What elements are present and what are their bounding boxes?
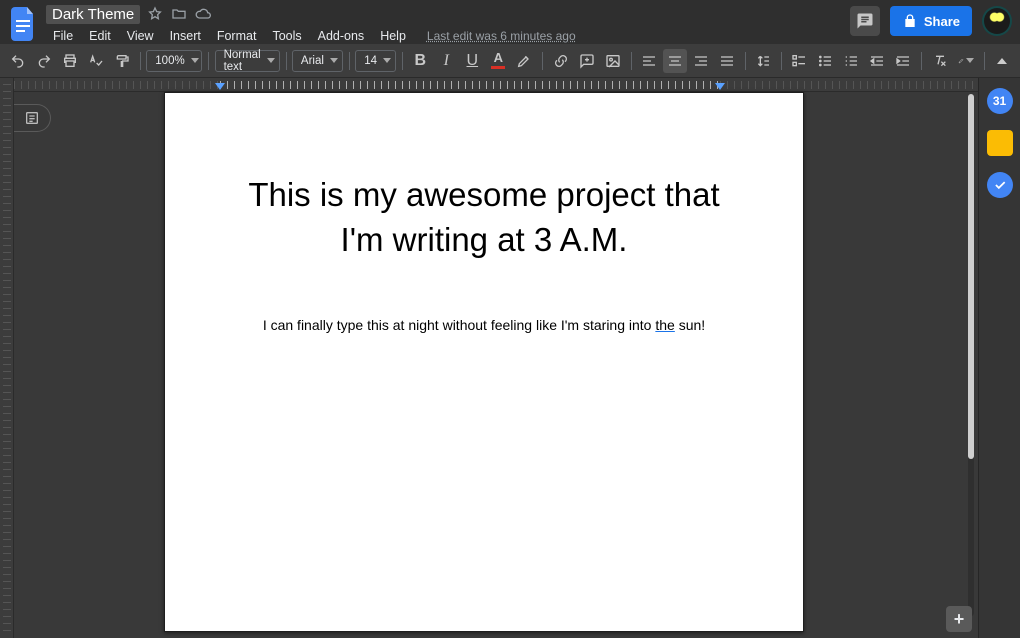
menu-addons[interactable]: Add-ons [311, 27, 372, 45]
lock-icon [902, 13, 918, 29]
side-panel: 31 [978, 78, 1020, 638]
paragraph-style-select[interactable]: Normal text [215, 50, 280, 72]
align-center-icon[interactable] [663, 49, 687, 73]
insert-image-icon[interactable] [601, 49, 625, 73]
explore-button-icon[interactable]: + [946, 606, 972, 632]
clear-formatting-icon[interactable] [928, 49, 952, 73]
bold-icon[interactable]: B [408, 49, 432, 73]
title-bar-right: Share [850, 6, 1012, 36]
highlight-color-icon[interactable] [512, 49, 536, 73]
zoom-select[interactable]: 100% [146, 50, 202, 72]
numbered-list-icon[interactable] [839, 49, 863, 73]
font-family-value: Arial [301, 55, 324, 67]
vertical-ruler[interactable] [0, 78, 14, 638]
italic-icon[interactable]: I [434, 49, 458, 73]
spellcheck-underline[interactable]: the [655, 317, 674, 333]
spellcheck-icon[interactable] [84, 49, 108, 73]
paint-format-icon[interactable] [110, 49, 134, 73]
move-icon[interactable] [170, 5, 188, 23]
text-color-icon[interactable]: A [486, 49, 510, 73]
add-comment-icon[interactable] [575, 49, 599, 73]
keep-icon[interactable] [987, 130, 1013, 156]
undo-icon[interactable] [6, 49, 30, 73]
cloud-saved-icon [194, 5, 212, 23]
outline-toggle-icon[interactable] [14, 104, 51, 132]
insert-link-icon[interactable] [549, 49, 573, 73]
menu-help[interactable]: Help [373, 27, 413, 45]
comments-icon[interactable] [850, 6, 880, 36]
toolbar: 100% Normal text Arial 14 B I U A [0, 44, 1020, 78]
decrease-indent-icon[interactable] [865, 49, 889, 73]
title-column: Dark Theme File Edit View Insert Format … [46, 2, 576, 46]
zoom-value: 100% [155, 55, 184, 67]
share-button-label: Share [924, 14, 960, 29]
checklist-icon[interactable] [787, 49, 811, 73]
paragraph-style-value: Normal text [224, 49, 261, 73]
calendar-icon[interactable]: 31 [987, 88, 1013, 114]
menu-file[interactable]: File [46, 27, 80, 45]
menu-format[interactable]: Format [210, 27, 264, 45]
collapse-toolbar-icon[interactable] [990, 49, 1014, 73]
align-left-icon[interactable] [637, 49, 661, 73]
bulleted-list-icon[interactable] [813, 49, 837, 73]
align-justify-icon[interactable] [715, 49, 739, 73]
document-body[interactable]: I can finally type this at night without… [235, 317, 733, 333]
document-area: This is my awesome project that I'm writ… [14, 78, 978, 638]
line-spacing-icon[interactable] [751, 49, 775, 73]
last-edit-link[interactable]: Last edit was 6 minutes ago [427, 29, 576, 43]
body-text-post: sun! [675, 317, 705, 333]
print-icon[interactable] [58, 49, 82, 73]
vertical-scrollbar[interactable] [968, 94, 974, 616]
underline-icon[interactable]: U [460, 49, 484, 73]
editing-mode-icon[interactable] [954, 49, 978, 73]
redo-icon[interactable] [32, 49, 56, 73]
share-button[interactable]: Share [890, 6, 972, 36]
menu-view[interactable]: View [120, 27, 161, 45]
account-avatar[interactable] [982, 6, 1012, 36]
tasks-icon[interactable] [987, 172, 1013, 198]
menu-insert[interactable]: Insert [163, 27, 208, 45]
increase-indent-icon[interactable] [891, 49, 915, 73]
scrollbar-thumb[interactable] [968, 94, 974, 459]
font-size-value: 14 [364, 55, 377, 67]
document-page[interactable]: This is my awesome project that I'm writ… [164, 92, 804, 632]
horizontal-ruler[interactable] [14, 78, 978, 92]
body-text-pre: I can finally type this at night without… [263, 317, 656, 333]
star-icon[interactable] [146, 5, 164, 23]
menu-edit[interactable]: Edit [82, 27, 118, 45]
menu-bar: File Edit View Insert Format Tools Add-o… [46, 26, 576, 46]
workspace: This is my awesome project that I'm writ… [0, 78, 1020, 638]
docs-logo-icon[interactable] [8, 4, 40, 44]
indent-marker-right-icon[interactable] [715, 83, 725, 90]
document-heading[interactable]: This is my awesome project that I'm writ… [235, 173, 733, 262]
align-right-icon[interactable] [689, 49, 713, 73]
font-size-select[interactable]: 14 [355, 50, 396, 72]
menu-tools[interactable]: Tools [265, 27, 308, 45]
document-title[interactable]: Dark Theme [46, 5, 140, 24]
title-row: Dark Theme [46, 4, 576, 24]
indent-marker-left-icon[interactable] [215, 83, 225, 90]
font-family-select[interactable]: Arial [292, 50, 343, 72]
title-bar: Dark Theme File Edit View Insert Format … [0, 0, 1020, 44]
